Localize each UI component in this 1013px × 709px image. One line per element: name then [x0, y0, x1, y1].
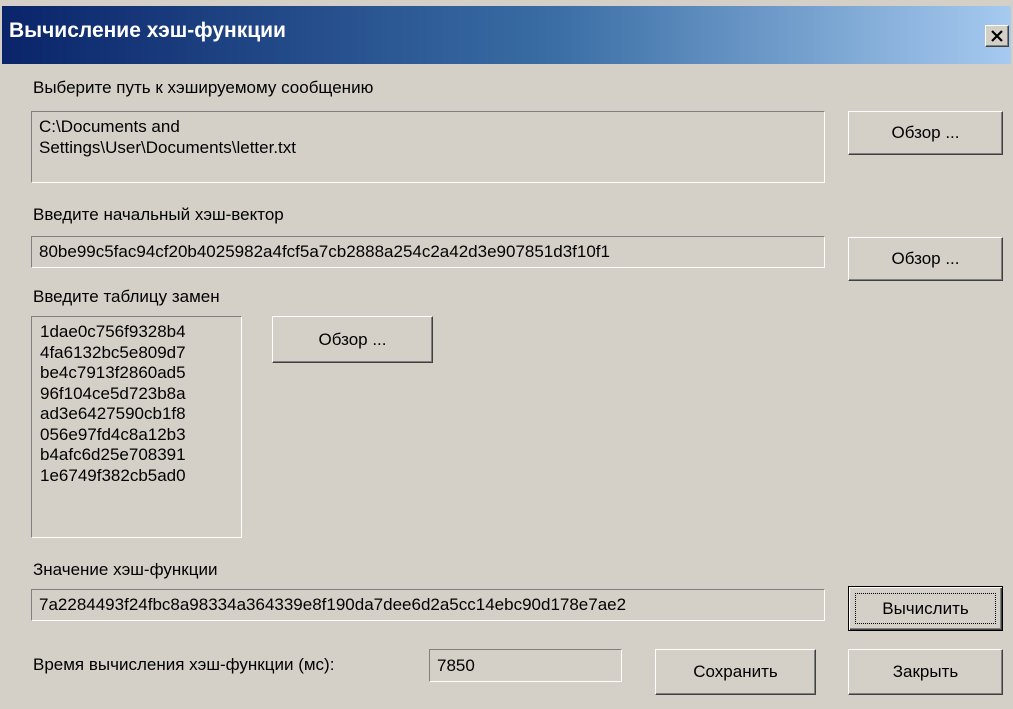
hash-value-label: Значение хэш-функции: [33, 560, 218, 579]
subst-table-field[interactable]: 1dae0c756f9328b4 4fa6132bc5e809d7 be4c79…: [31, 316, 242, 538]
subst-table-row: ad3e6427590cb1f8: [40, 404, 186, 423]
browse-init-vector-button[interactable]: Обзор ...: [848, 237, 1003, 281]
subst-table-row: 056e97fd4c8a12b3: [40, 424, 186, 444]
compute-button[interactable]: Вычислить: [848, 586, 1003, 631]
hash-value-field[interactable]: 7a2284493f24fbc8a98334a364339e8f190da7de…: [31, 589, 825, 621]
timing-value: 7850: [437, 656, 475, 675]
timing-field[interactable]: 7850: [429, 649, 622, 682]
browse-subst-table-button[interactable]: Обзор ...: [272, 316, 433, 363]
init-vector-label: Введите начальный хэш-вектор: [33, 205, 284, 224]
init-vector-value: 80be99c5fac94cf20b4025982a4fcf5a7cb2888a…: [39, 242, 610, 261]
close-button[interactable]: Закрыть: [848, 649, 1003, 695]
close-icon: [991, 30, 1003, 42]
focus-ring: [855, 593, 996, 624]
timing-label: Время вычисления хэш-функции (мс):: [33, 655, 335, 674]
close-window-button[interactable]: [985, 25, 1009, 47]
hash-value-text: 7a2284493f24fbc8a98334a364339e8f190da7de…: [39, 595, 627, 614]
subst-table-label: Введите таблицу замен: [33, 287, 220, 306]
subst-table-row: be4c7913f2860ad5: [40, 363, 186, 382]
subst-table-row: b4afc6d25e708391: [40, 445, 186, 464]
browse-message-button[interactable]: Обзор ...: [848, 111, 1003, 155]
message-path-value: C:\Documents and Settings\User\Documents…: [39, 117, 296, 157]
message-path-label: Выберите путь к хэшируемому сообщению: [33, 78, 374, 97]
init-vector-field[interactable]: 80be99c5fac94cf20b4025982a4fcf5a7cb2888a…: [31, 236, 825, 268]
hash-dialog-window: Вычисление хэш-функции Выберите путь к х…: [0, 0, 1013, 709]
subst-table-row: 1dae0c756f9328b4: [40, 322, 186, 341]
subst-table-row: 96f104ce5d723b8a: [40, 383, 186, 403]
save-button[interactable]: Сохранить: [655, 649, 816, 695]
title-bar: Вычисление хэш-функции: [2, 6, 1011, 64]
window-title: Вычисление хэш-функции: [9, 19, 286, 42]
subst-table-row: 1e6749f382cb5ad0: [40, 465, 186, 485]
subst-table-rows: 1dae0c756f9328b4 4fa6132bc5e809d7 be4c79…: [40, 322, 186, 486]
subst-table-row: 4fa6132bc5e809d7: [40, 342, 186, 362]
message-path-field[interactable]: C:\Documents and Settings\User\Documents…: [31, 111, 825, 183]
